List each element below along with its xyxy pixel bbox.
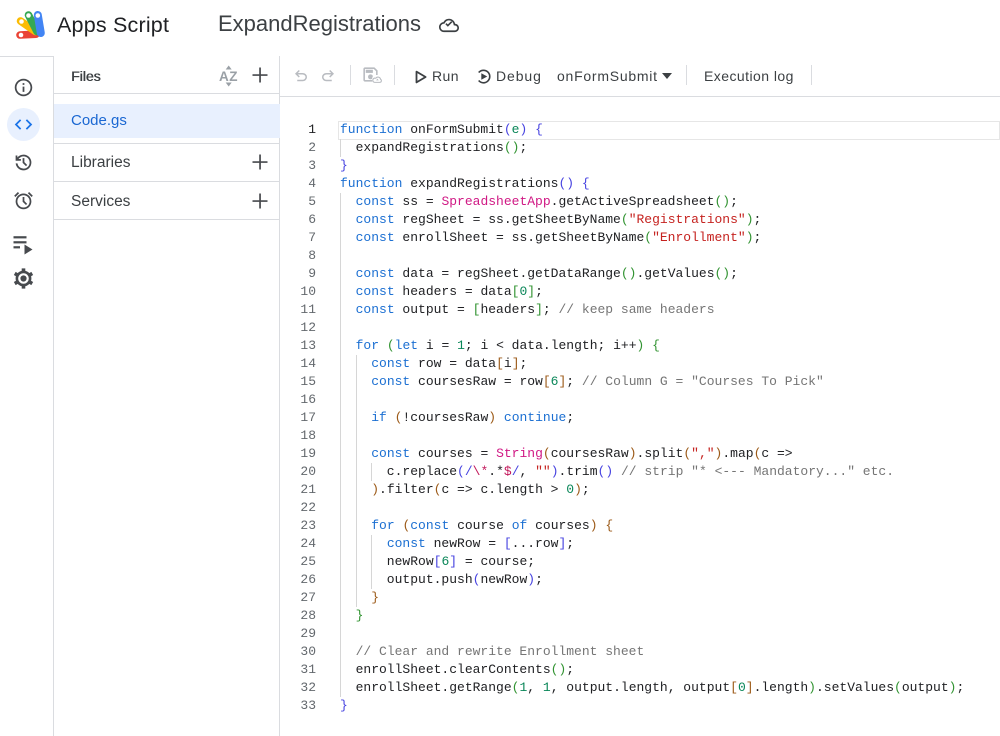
svg-text:AZ: AZ bbox=[219, 69, 238, 84]
